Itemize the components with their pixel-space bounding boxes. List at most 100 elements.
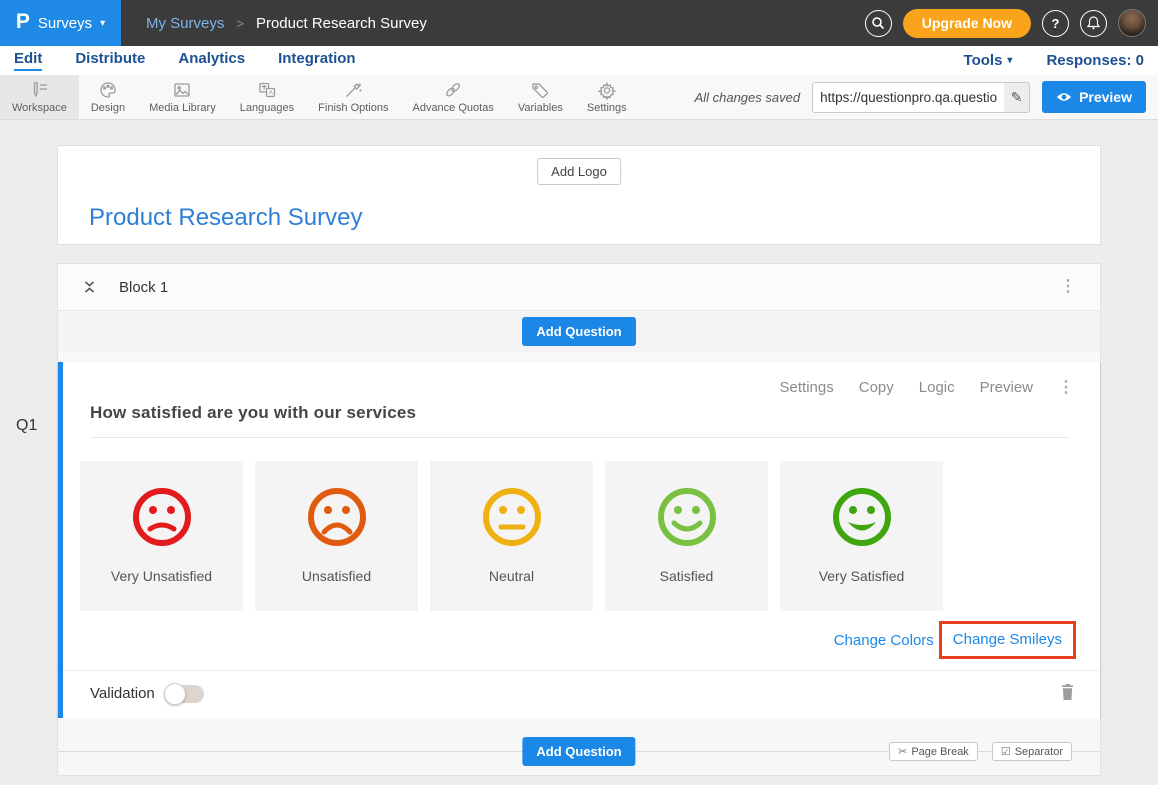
image-icon <box>172 81 192 100</box>
pencil-icon[interactable]: ✎ <box>1004 89 1029 106</box>
separator-button[interactable]: ☑ Separator <box>992 742 1072 761</box>
toolbar-settings[interactable]: Settings <box>575 75 639 119</box>
nav-right: Tools ▾ Responses: 0 <box>964 52 1144 69</box>
very-unsatisfied-smiley-icon <box>126 481 198 553</box>
footer-right-buttons: ✂ Page Break ☑ Separator <box>889 742 1072 761</box>
scale-label: Neutral <box>489 568 534 584</box>
change-links-row: Change Colors Change Smileys <box>63 621 1076 659</box>
question-text-wrap: How satisfied are you with our services <box>90 403 1070 438</box>
preview-label: Preview <box>1079 89 1132 105</box>
toolbar-languages[interactable]: A Languages <box>228 75 306 119</box>
satisfied-smiley-icon <box>651 481 723 553</box>
scale-label: Unsatisfied <box>302 568 371 584</box>
question-preview-link[interactable]: Preview <box>980 379 1033 396</box>
responses-count: Responses: 0 <box>1046 52 1144 69</box>
validation-row: Validation <box>63 670 1100 718</box>
tab-analytics[interactable]: Analytics <box>178 50 245 71</box>
block-footer: Add Question ✂ Page Break ☑ Separator <box>58 718 1100 775</box>
collapse-block-button[interactable] <box>82 279 97 295</box>
breadcrumb-my-surveys[interactable]: My Surveys <box>146 15 224 32</box>
toolbar-workspace[interactable]: Workspace <box>0 75 79 119</box>
scale-label: Very Unsatisfied <box>111 568 212 584</box>
chevron-down-icon: ▾ <box>1007 55 1012 66</box>
add-question-button-top[interactable]: Add Question <box>522 317 635 346</box>
add-logo-button[interactable]: Add Logo <box>537 158 621 185</box>
bell-icon <box>1087 16 1100 30</box>
page-break-button[interactable]: ✂ Page Break <box>889 742 978 761</box>
question-text[interactable]: How satisfied are you with our services <box>90 403 416 422</box>
svg-text:A: A <box>269 90 274 97</box>
neutral-smiley-icon <box>476 481 548 553</box>
question-number: Q1 <box>16 417 37 435</box>
preview-button[interactable]: Preview <box>1042 81 1146 113</box>
toolbar-settings-label: Settings <box>587 102 627 114</box>
chevron-down-icon: ▾ <box>100 18 105 29</box>
scale-option-neutral[interactable]: Neutral <box>430 461 593 611</box>
toolbar-media-library-label: Media Library <box>149 102 216 114</box>
tab-integration[interactable]: Integration <box>278 50 356 71</box>
chain-link-icon <box>443 81 463 100</box>
block-header: Block 1 ⋮ <box>58 264 1100 311</box>
toggle-knob <box>164 683 186 705</box>
add-question-button-bottom[interactable]: Add Question <box>522 737 635 766</box>
block-title: Block 1 <box>119 279 168 296</box>
survey-title[interactable]: Product Research Survey <box>89 204 362 232</box>
translate-icon: A <box>257 81 277 100</box>
add-question-band: Add Question <box>58 311 1100 352</box>
toolbar-variables-label: Variables <box>518 102 563 114</box>
toolbar-variables[interactable]: Variables <box>506 75 575 119</box>
survey-url-input[interactable] <box>813 83 1004 112</box>
search-icon <box>871 16 885 30</box>
block-menu-button[interactable]: ⋮ <box>1060 279 1076 295</box>
toolbar-right: All changes saved ✎ Preview <box>695 75 1158 119</box>
surveys-menu[interactable]: P Surveys ▾ <box>0 0 121 46</box>
scale-option-unsatisfied[interactable]: Unsatisfied <box>255 461 418 611</box>
topbar-actions: Upgrade Now ? <box>865 9 1146 38</box>
survey-url-field: ✎ <box>812 82 1030 113</box>
toolbar-design[interactable]: Design <box>79 75 137 119</box>
question-actions: Settings Copy Logic Preview ⋮ <box>63 362 1100 396</box>
top-bar: P Surveys ▾ My Surveys > Product Researc… <box>0 0 1158 46</box>
toolbar-advance-quotas-label: Advance Quotas <box>412 102 493 114</box>
help-button[interactable]: ? <box>1042 10 1069 37</box>
page-break-label: Page Break <box>911 746 968 758</box>
nav-tabs: Edit Distribute Analytics Integration <box>14 50 356 71</box>
toolbar-workspace-label: Workspace <box>12 102 67 114</box>
notifications-button[interactable] <box>1080 10 1107 37</box>
very-satisfied-smiley-icon <box>826 481 898 553</box>
validation-toggle[interactable] <box>166 685 204 703</box>
validation-label: Validation <box>90 685 155 702</box>
save-status: All changes saved <box>695 90 801 105</box>
editor-canvas: Add Logo Product Research Survey Block 1… <box>0 120 1158 776</box>
scissors-icon: ✂ <box>898 745 907 758</box>
avatar[interactable] <box>1118 9 1146 37</box>
toolbar-media-library[interactable]: Media Library <box>137 75 228 119</box>
tab-distribute[interactable]: Distribute <box>75 50 145 71</box>
scale-label: Satisfied <box>660 568 714 584</box>
question-settings-link[interactable]: Settings <box>780 379 834 396</box>
survey-header-card: Add Logo Product Research Survey <box>57 145 1101 245</box>
scale-option-satisfied[interactable]: Satisfied <box>605 461 768 611</box>
toolbar-finish-options[interactable]: Finish Options <box>306 75 400 119</box>
block-1: Block 1 ⋮ Add Question Q1 Settings Copy … <box>57 263 1101 776</box>
trash-icon <box>1061 684 1074 700</box>
toolbar-advance-quotas[interactable]: Advance Quotas <box>400 75 505 119</box>
toolbar-languages-label: Languages <box>240 102 294 114</box>
delete-question-button[interactable] <box>1061 684 1074 703</box>
scale-option-very-unsatisfied[interactable]: Very Unsatisfied <box>80 461 243 611</box>
question-menu-button[interactable]: ⋮ <box>1058 380 1074 396</box>
tools-dropdown[interactable]: Tools ▾ <box>964 52 1013 69</box>
question-copy-link[interactable]: Copy <box>859 379 894 396</box>
smiley-scale: Very Unsatisfied Unsatisfied <box>80 461 1100 611</box>
change-colors-link[interactable]: Change Colors <box>834 632 934 649</box>
search-button[interactable] <box>865 10 892 37</box>
question-logic-link[interactable]: Logic <box>919 379 955 396</box>
change-smileys-link[interactable]: Change Smileys <box>953 631 1062 648</box>
scale-option-very-satisfied[interactable]: Very Satisfied <box>780 461 943 611</box>
tab-edit[interactable]: Edit <box>14 50 42 71</box>
upgrade-now-button[interactable]: Upgrade Now <box>903 9 1031 38</box>
gear-icon <box>597 81 617 100</box>
tools-label: Tools <box>964 52 1003 69</box>
question-card: Q1 Settings Copy Logic Preview ⋮ How sat… <box>58 362 1100 718</box>
survey-nav: Edit Distribute Analytics Integration To… <box>0 46 1158 75</box>
